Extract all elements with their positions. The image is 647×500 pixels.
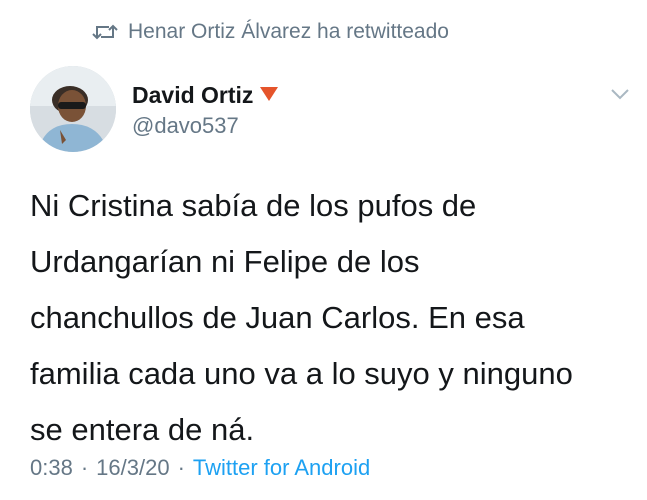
chevron-down-icon[interactable] — [609, 86, 631, 102]
tweet-line: se entera de ná. — [30, 412, 255, 447]
tweet-line: chanchullos de Juan Carlos. En esa — [30, 300, 525, 335]
retweet-context[interactable]: Henar Ortiz Álvarez ha retwitteado — [92, 18, 449, 46]
tweet-line: Urdangarían ni Felipe de los — [30, 244, 420, 279]
tweet-text: Ni Cristina sabía de los pufos de Urdang… — [30, 178, 630, 458]
author-handle[interactable]: @davo537 — [132, 113, 239, 139]
tweet-line: familia cada uno va a lo suyo y ninguno — [30, 356, 573, 391]
tweet-line: Ni Cristina sabía de los pufos de — [30, 188, 477, 223]
author-name[interactable]: David Ortiz — [132, 82, 253, 109]
retweet-label[interactable]: Henar Ortiz Álvarez ha retwitteado — [128, 20, 449, 44]
meta-separator: · — [80, 455, 89, 480]
tweet-meta: 0:38 · 16/3/20 · Twitter for Android — [30, 455, 370, 481]
tweet-time[interactable]: 0:38 — [30, 455, 73, 481]
tweet-source-link[interactable]: Twitter for Android — [193, 455, 370, 481]
retweet-icon — [92, 22, 118, 42]
meta-separator: · — [177, 455, 185, 480]
tweet-date[interactable]: 16/3/20 — [96, 455, 169, 481]
red-triangle-icon — [259, 82, 279, 109]
author-name-row[interactable]: David Ortiz — [132, 82, 279, 109]
avatar[interactable] — [30, 66, 116, 152]
